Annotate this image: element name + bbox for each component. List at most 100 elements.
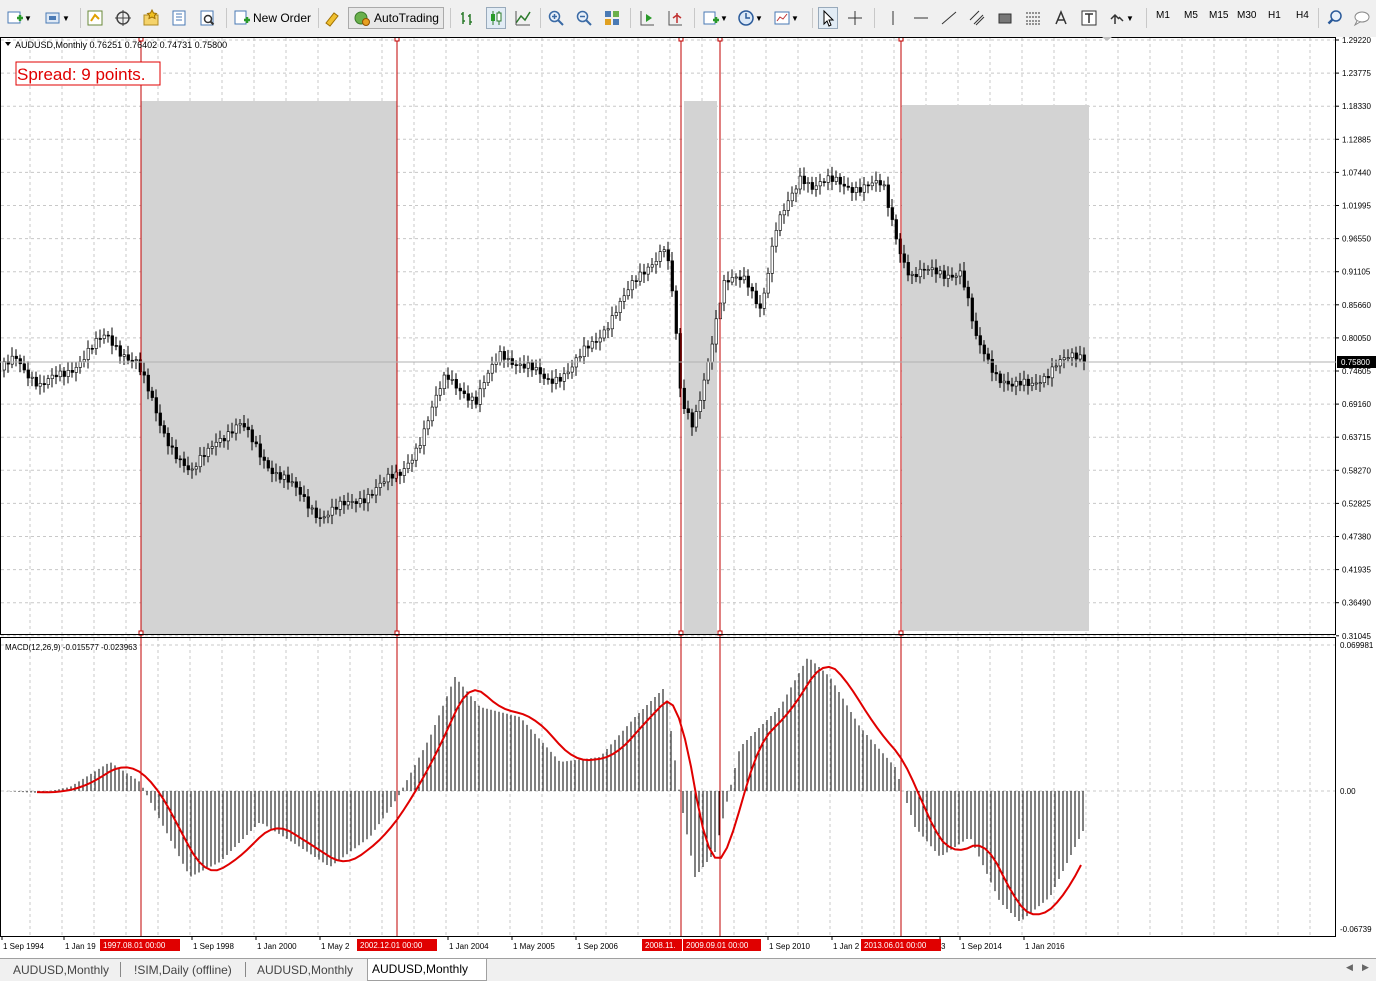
candle-body: [1078, 354, 1082, 360]
candle-body: [70, 370, 74, 373]
fibonacci-button[interactable]: [1024, 7, 1042, 29]
candle-body: [446, 374, 450, 380]
time-tick-label: 1 May 2005: [513, 942, 555, 951]
candle-body: [134, 359, 138, 361]
chat-bubble-icon: [1353, 11, 1370, 27]
candle-body: [874, 180, 878, 184]
time-marker-label: 2002.12.01 00:00: [360, 941, 423, 950]
trendline-button[interactable]: [940, 7, 958, 29]
bar-chart-icon: [461, 12, 472, 25]
candle-body: [146, 374, 150, 392]
tabs-scroll-left-icon[interactable]: ◀: [1346, 962, 1353, 973]
tab-sim-daily-offline[interactable]: !SIM,Daily (offline): [130, 961, 236, 979]
spread-label: Spread: 9 points.: [17, 65, 146, 84]
line-chart-button[interactable]: [514, 7, 532, 29]
zoom-out-button[interactable]: [575, 7, 593, 29]
candle-body: [390, 473, 394, 479]
templates-button[interactable]: ▼: [773, 7, 799, 29]
autoscroll-button[interactable]: [666, 7, 684, 29]
candle-body: [282, 474, 286, 480]
main-toolbar: ▼ ▼ New Order AutoTrading ▼ ▼ ▼ ▼ M1 M5 …: [0, 0, 1376, 38]
data-window-button[interactable]: [114, 7, 132, 29]
candle-body: [810, 182, 814, 190]
candle-body: [802, 175, 806, 185]
timeframe-m15[interactable]: M15: [1209, 10, 1228, 21]
market-watch-button[interactable]: [86, 7, 104, 29]
candlestick-button[interactable]: [486, 7, 506, 29]
timeframe-h1[interactable]: H1: [1268, 10, 1281, 21]
new-order-button[interactable]: New Order: [233, 7, 311, 29]
timeframe-m30[interactable]: M30: [1237, 10, 1256, 21]
price-axis: 1.29220 1.23775 1.18330 1.12885 1.07440 1.019…: [1336, 36, 1371, 641]
zoom-in-button[interactable]: [547, 7, 565, 29]
crosshair-button[interactable]: [846, 7, 864, 29]
text-label-button[interactable]: [1080, 7, 1098, 29]
new-order-icon: [234, 10, 250, 25]
candle-body: [490, 364, 494, 374]
periods-button[interactable]: ▼: [737, 7, 763, 29]
candle-body: [170, 445, 174, 448]
candle-body: [206, 447, 210, 457]
strategy-tester-button[interactable]: [198, 7, 216, 29]
candle-body: [1014, 380, 1018, 387]
candle-body: [1074, 352, 1078, 360]
vertical-line-button[interactable]: [884, 7, 902, 29]
tab-audusd-monthly-2[interactable]: AUDUSD,Monthly: [253, 961, 357, 979]
candle-body: [738, 276, 742, 281]
indicators-button[interactable]: ▼: [702, 7, 728, 29]
timeframe-m5[interactable]: M5: [1184, 10, 1198, 21]
candle-body: [614, 312, 618, 316]
price-tick-label: 1.12885: [1342, 135, 1371, 144]
candle-body: [178, 458, 182, 461]
terminal-button[interactable]: [170, 7, 188, 29]
chart-shift-button[interactable]: [638, 7, 656, 29]
tile-windows-button[interactable]: [603, 7, 621, 29]
chart-header-triangle-icon[interactable]: [5, 42, 11, 46]
crosshair-icon: [848, 11, 862, 25]
shaded-region: [141, 101, 397, 635]
cursor-button[interactable]: [818, 7, 838, 29]
timeframe-m1[interactable]: M1: [1156, 10, 1170, 21]
tab-audusd-monthly-active[interactable]: AUDUSD,Monthly: [367, 959, 487, 981]
price-tick-label: 0.36490: [1342, 599, 1371, 608]
candle-body: [18, 358, 22, 365]
new-chart-button[interactable]: ▼: [6, 7, 32, 29]
chart-shift-marker-icon[interactable]: [1102, 37, 1112, 41]
text-button[interactable]: [1052, 7, 1070, 29]
metaeditor-button[interactable]: [323, 7, 341, 29]
candle-body: [506, 358, 510, 360]
navigator-button[interactable]: [142, 7, 160, 29]
chart-canvas[interactable]: 1.29220 1.23775 1.18330 1.12885 1.07440 1.019…: [0, 36, 1376, 958]
candle-body: [1042, 376, 1046, 383]
bar-chart-button[interactable]: [458, 7, 476, 29]
equidistant-channel-button[interactable]: [968, 7, 986, 29]
candle-body: [670, 260, 674, 292]
autotrading-icon: [354, 11, 370, 26]
candle-body: [486, 372, 490, 383]
chart-window[interactable]: 1.29220 1.23775 1.18330 1.12885 1.07440 1.019…: [0, 36, 1376, 958]
autotrading-button[interactable]: AutoTrading: [348, 7, 444, 29]
profiles-button[interactable]: ▼: [44, 7, 70, 29]
candle-body: [14, 355, 18, 359]
candle-body: [62, 370, 66, 377]
candle-body: [318, 517, 322, 519]
search-button[interactable]: [1326, 7, 1344, 29]
horizontal-line-button[interactable]: [912, 7, 930, 29]
tab-audusd-monthly-1[interactable]: AUDUSD,Monthly: [9, 961, 113, 979]
candle-body: [30, 376, 34, 379]
candle-body: [526, 362, 530, 369]
current-price-label: 0.75800: [1341, 358, 1370, 367]
candle-body: [102, 334, 106, 339]
arrows-button[interactable]: ▼: [1108, 7, 1134, 29]
timeframe-h4[interactable]: H4: [1296, 10, 1309, 21]
rectangle-button[interactable]: [996, 7, 1014, 29]
candle-body: [654, 261, 658, 266]
tabs-scroll-right-icon[interactable]: ▶: [1362, 962, 1369, 973]
candle-body: [582, 345, 586, 357]
price-tick-label: 0.31045: [1342, 632, 1371, 641]
macd-axis: 0.069981 0.00 -0.06739: [1340, 641, 1374, 934]
chat-button[interactable]: [1352, 7, 1370, 29]
price-tick-label: 1.01995: [1342, 202, 1371, 211]
time-tick-label: 1 Sep 1994: [3, 942, 44, 951]
candle-body: [702, 379, 706, 401]
